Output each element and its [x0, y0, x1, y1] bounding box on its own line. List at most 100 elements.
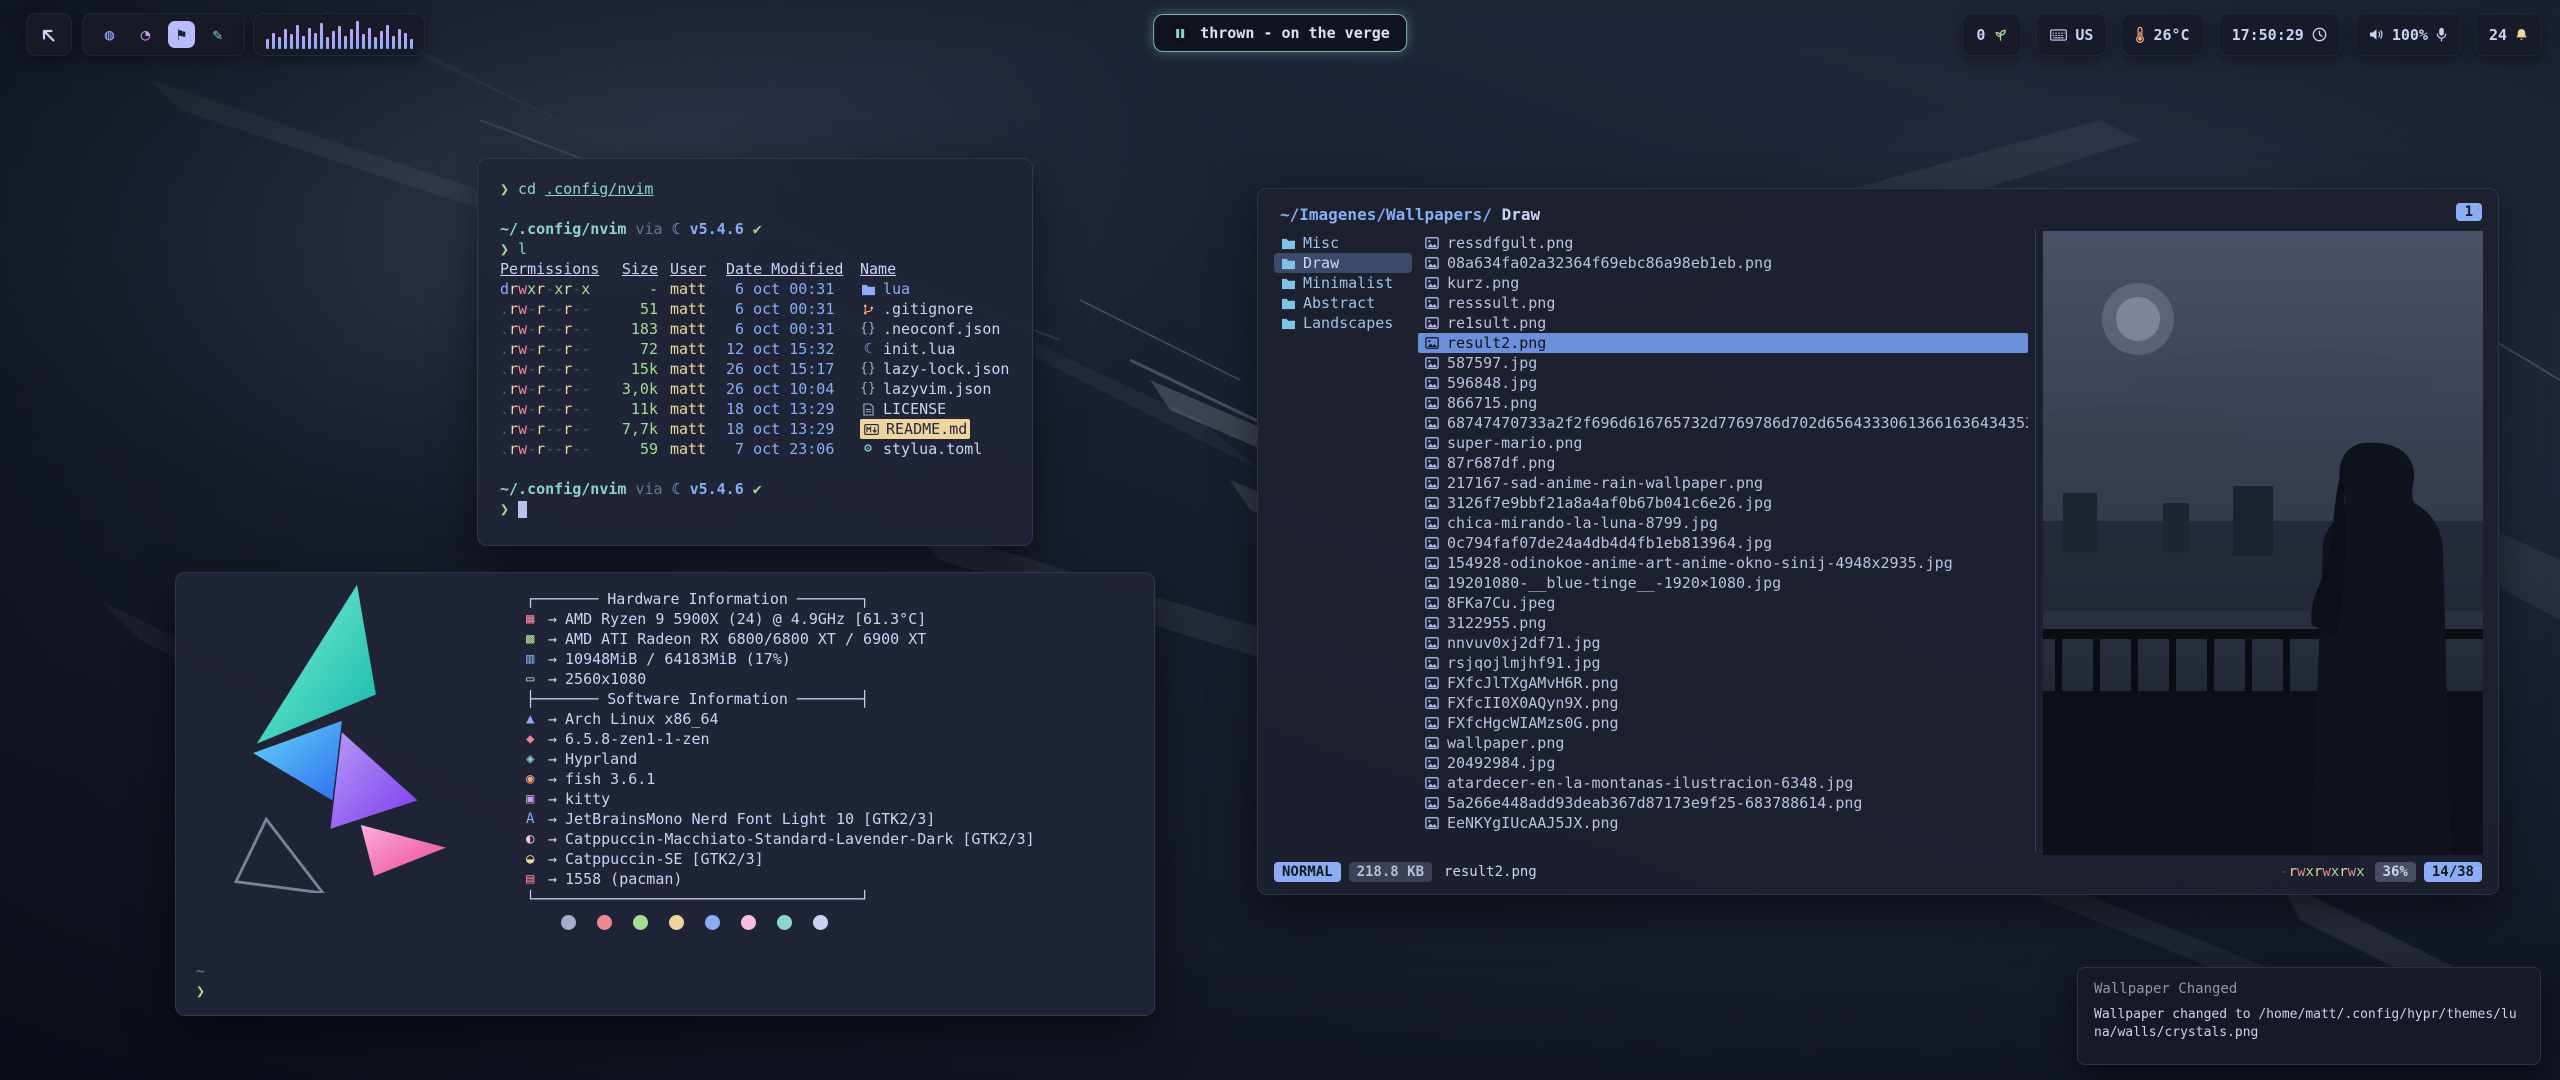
cava-bar — [338, 26, 341, 48]
media-player-widget[interactable]: thrown - on the verge — [1153, 14, 1407, 52]
folder-item-draw[interactable]: Draw — [1274, 253, 1412, 273]
command-line-cd: ❯ cd .config/nvim — [500, 179, 1010, 199]
image-file-icon — [1425, 556, 1439, 570]
image-file-icon — [1425, 736, 1439, 750]
file-item[interactable]: 19201080-__blue-tinge__-1920×1080.jpg — [1418, 573, 2028, 593]
terminal-window-nvim-config[interactable]: ❯ cd .config/nvim ~/.config/nvim via ☾ v… — [477, 158, 1033, 546]
image-file-icon — [1425, 716, 1439, 730]
prompt-symbol: ❯ — [500, 179, 509, 199]
file-item[interactable]: resssult.png — [1418, 293, 2028, 313]
file-item[interactable]: result2.png — [1418, 333, 2028, 353]
module-volume[interactable]: 100% — [2355, 13, 2461, 56]
module-notifications[interactable]: 24 — [2475, 13, 2542, 56]
cava-bar — [320, 23, 323, 49]
file-item[interactable]: ressdfgult.png — [1418, 233, 2028, 253]
file-item[interactable]: 08a634fa02a32364f69ebc86a98eb1eb.png — [1418, 253, 2028, 273]
arrow-icon: → — [546, 669, 565, 689]
launcher-button[interactable] — [26, 13, 72, 56]
fetch-info-line: ▣→kitty — [526, 789, 1035, 809]
image-file-icon — [1425, 436, 1439, 450]
module-keyboard-layout[interactable]: US — [2036, 13, 2107, 56]
image-preview — [2043, 231, 2483, 855]
workspace-2[interactable]: ◔ — [132, 21, 159, 48]
workspace-4[interactable]: ✎ — [204, 21, 231, 48]
ls-header-row: Permissions Size User Date Modified Name — [500, 259, 1010, 279]
file-item[interactable]: FXfcII0X0AQyn9X.png — [1418, 693, 2028, 713]
file-item[interactable]: 68747470733a2f2f696d616765732d7769786d70… — [1418, 413, 2028, 433]
file-item[interactable]: EeNKYgIUcAAJ5JX.png — [1418, 813, 2028, 833]
file-item[interactable]: 5a266e448add93deab367d87173e9f25-6837886… — [1418, 793, 2028, 813]
folder-item-misc[interactable]: Misc — [1274, 233, 1412, 253]
workspace-1[interactable]: ◍ — [96, 21, 123, 48]
file-item[interactable]: kurz.png — [1418, 273, 2028, 293]
file-permissions: -rwxrwxrwx — [2280, 864, 2364, 880]
module-temperature[interactable]: 26°C — [2121, 13, 2203, 56]
check-icon: ✔ — [753, 219, 762, 239]
module-temperature-value: 26°C — [2153, 26, 2189, 44]
image-file-icon — [1425, 516, 1439, 530]
fetch-section-title: ├─────── Software Information ───────┤ — [526, 689, 1035, 709]
file-item[interactable]: FXfcHgcWIAMzs0G.png — [1418, 713, 2028, 733]
file-item[interactable]: wallpaper.png — [1418, 733, 2028, 753]
file-item[interactable]: FXfcJlTXgAMvH6R.png — [1418, 673, 2028, 693]
module-clock[interactable]: 17:50:29 — [2218, 13, 2341, 56]
image-file-icon — [1425, 776, 1439, 790]
image-file-icon — [1425, 496, 1439, 510]
path-prefix: ~/Imagenes/Wallpapers/ — [1280, 205, 1492, 224]
file-item[interactable]: 8FKa7Cu.jpeg — [1418, 593, 2028, 613]
ls-row: .rw-r--r--15kmatt26 oct 15:17{}lazy-lock… — [500, 359, 1010, 379]
file-item[interactable]: 587597.jpg — [1418, 353, 2028, 373]
file-item[interactable]: chica-mirando-la-luna-8799.jpg — [1418, 513, 2028, 533]
git-icon — [860, 303, 876, 316]
file-item[interactable]: atardecer-en-la-montanas-ilustracion-634… — [1418, 773, 2028, 793]
palette-dot — [633, 915, 648, 930]
module-updates-value: 0 — [1976, 26, 1985, 44]
image-file-icon — [1425, 816, 1439, 830]
audio-visualizer — [253, 13, 425, 56]
file-item[interactable]: 866715.png — [1418, 393, 2028, 413]
folder-item-abstract[interactable]: Abstract — [1274, 293, 1412, 313]
file-item[interactable]: re1sult.png — [1418, 313, 2028, 333]
image-file-icon — [1425, 696, 1439, 710]
module-updates[interactable]: 0 — [1962, 13, 2022, 56]
file-item[interactable]: 20492984.jpg — [1418, 753, 2028, 773]
file-item[interactable]: 3122955.png — [1418, 613, 2028, 633]
file-item[interactable]: super-mario.png — [1418, 433, 2028, 453]
lua-moon-icon: ☾ — [672, 219, 681, 239]
arrow-icon: → — [546, 849, 565, 869]
cava-bar — [392, 36, 395, 49]
folder-item-minimalist[interactable]: Minimalist — [1274, 273, 1412, 293]
prompt-input-line[interactable]: ❯ — [500, 499, 1010, 519]
shell-prompt[interactable]: ~ ❯ — [196, 961, 205, 1001]
prompt-symbol: ❯ — [196, 981, 205, 1001]
fetch-info-line: ▭→2560x1080 — [526, 669, 1035, 689]
terminal-window-fastfetch[interactable]: ┌─────── Hardware Information ───────┐▦→… — [175, 572, 1155, 1016]
tab-badge[interactable]: 1 — [2456, 203, 2482, 221]
ls-row: .rw-r--r--183matt 6 oct 00:31{}.neoconf.… — [500, 319, 1010, 339]
cava-bar — [266, 39, 269, 49]
folder-item-landscapes[interactable]: Landscapes — [1274, 313, 1412, 333]
file-item[interactable]: rsjqojlmjhf91.jpg — [1418, 653, 2028, 673]
module-volume-value: 100% — [2392, 26, 2428, 44]
crystal-logo — [190, 581, 490, 893]
prompt-via: via — [635, 219, 662, 239]
file-item[interactable]: 154928-odinokoe-anime-art-anime-okno-sin… — [1418, 553, 2028, 573]
image-file-icon — [1425, 356, 1439, 370]
terminal-icon: ▣ — [526, 789, 546, 809]
ls-output: drwxr-xr-x-matt 6 oct 00:31lua.rw-r--r--… — [500, 279, 1010, 459]
arrow-icon: → — [546, 789, 565, 809]
file-item[interactable]: 0c794faf07de24a4db4d4fb1eb813964.jpg — [1418, 533, 2028, 553]
workspace-switcher[interactable]: ◍ ◔ ⚑ ✎ — [82, 13, 245, 56]
file-item[interactable]: 87r687df.png — [1418, 453, 2028, 473]
file-item[interactable]: 3126f7e9bbf21a8a4af0b67b041c6e26.jpg — [1418, 493, 2028, 513]
file-item[interactable]: 596848.jpg — [1418, 373, 2028, 393]
command-l: l — [518, 239, 527, 259]
ls-row: .rw-r--r--59matt 7 oct 23:06⚙stylua.toml — [500, 439, 1010, 459]
file-manager-window[interactable]: ~/Imagenes/Wallpapers/ Draw 1 MiscDrawMi… — [1257, 188, 2499, 895]
notification-popup[interactable]: Wallpaper Changed Wallpaper changed to /… — [2077, 967, 2541, 1065]
arrow-icon: → — [546, 809, 565, 829]
file-item[interactable]: 217167-sad-anime-rain-wallpaper.png — [1418, 473, 2028, 493]
workspace-3[interactable]: ⚑ — [168, 21, 195, 48]
palette-dot — [597, 915, 612, 930]
file-item[interactable]: nnvuv0xj2df71.jpg — [1418, 633, 2028, 653]
